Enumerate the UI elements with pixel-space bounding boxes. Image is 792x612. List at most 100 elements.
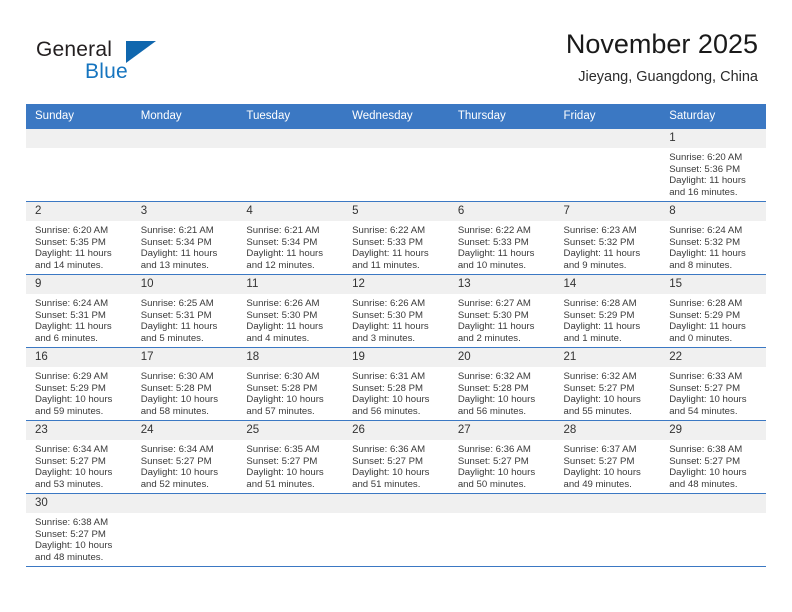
sunset-text: Sunset: 5:32 PM xyxy=(563,236,635,248)
day-number xyxy=(131,494,238,513)
daylight-text-cont: and 4 minutes. xyxy=(246,332,310,344)
calendar-week-row: 9 Sunrise: 6:24 AM Sunset: 5:31 PM Daylight… xyxy=(26,274,766,348)
calendar-day-cell[interactable]: 26 Sunrise: 6:36 AM Sunset: 5:27 PM Dayligh… xyxy=(343,420,449,494)
calendar-day-cell[interactable]: 16 Sunrise: 6:29 AM Sunset: 5:29 PM Dayligh… xyxy=(26,347,132,421)
day-details: Sunrise: 6:30 AM Sunset: 5:28 PM Daylight:… xyxy=(132,367,238,419)
page-masthead: General Blue November 2025 Jieyang, Guan… xyxy=(0,0,792,100)
calendar-day-cell[interactable]: 25 Sunrise: 6:35 AM Sunset: 5:27 PM Dayligh… xyxy=(237,420,344,494)
calendar-day-cell[interactable]: 1 Sunrise: 6:20 AM Sunset: 5:36 PM Daylight… xyxy=(660,128,766,202)
weekday-header-thursday: Thursday xyxy=(448,104,555,129)
daylight-text-cont: and 55 minutes. xyxy=(563,405,632,417)
day-number: 26 xyxy=(343,421,449,440)
title-block: November 2025 Jieyang, Guangdong, China xyxy=(566,28,758,87)
calendar-day-cell-empty xyxy=(448,128,555,202)
calendar-day-cell[interactable]: 12 Sunrise: 6:26 AM Sunset: 5:30 PM Dayligh… xyxy=(343,274,449,348)
daylight-text-cont: and 5 minutes. xyxy=(140,332,204,344)
day-number xyxy=(237,129,344,148)
calendar-day-cell[interactable]: 22 Sunrise: 6:33 AM Sunset: 5:27 PM Dayligh… xyxy=(660,347,766,421)
daylight-text: Daylight: 10 hours xyxy=(35,467,113,479)
calendar-day-cell[interactable]: 27 Sunrise: 6:36 AM Sunset: 5:27 PM Dayligh… xyxy=(448,420,555,494)
calendar-day-cell-empty xyxy=(26,128,132,202)
sunset-text: Sunset: 5:27 PM xyxy=(669,382,741,394)
day-details: Sunrise: 6:27 AM Sunset: 5:30 PM Daylight:… xyxy=(449,294,555,346)
sunset-text: Sunset: 5:33 PM xyxy=(457,236,529,248)
calendar-day-cell[interactable]: 13 Sunrise: 6:27 AM Sunset: 5:30 PM Dayligh… xyxy=(448,274,555,348)
daylight-text-cont: and 56 minutes. xyxy=(352,405,421,417)
day-number: 3 xyxy=(131,202,238,221)
daylight-text: Daylight: 10 hours xyxy=(352,467,430,479)
sunrise-text: Sunrise: 6:34 AM xyxy=(140,444,214,455)
daylight-text-cont: and 16 minutes. xyxy=(669,186,738,198)
day-number: 13 xyxy=(448,275,555,294)
sunrise-text: Sunrise: 6:25 AM xyxy=(140,298,214,309)
day-number: 9 xyxy=(26,275,132,294)
calendar-day-cell[interactable]: 19 Sunrise: 6:31 AM Sunset: 5:28 PM Dayligh… xyxy=(343,347,449,421)
day-details: Sunrise: 6:21 AM Sunset: 5:34 PM Daylight:… xyxy=(237,221,343,273)
day-details: Sunrise: 6:24 AM Sunset: 5:32 PM Daylight:… xyxy=(660,221,766,273)
calendar-day-cell[interactable]: 28 Sunrise: 6:37 AM Sunset: 5:27 PM Dayligh… xyxy=(554,420,661,494)
day-number: 5 xyxy=(343,202,449,221)
day-number: 12 xyxy=(343,275,449,294)
calendar-day-cell[interactable]: 18 Sunrise: 6:30 AM Sunset: 5:28 PM Dayligh… xyxy=(237,347,344,421)
sunset-text: Sunset: 5:27 PM xyxy=(563,455,635,467)
calendar-day-cell[interactable]: 10 Sunrise: 6:25 AM Sunset: 5:31 PM Dayligh… xyxy=(131,274,238,348)
calendar-day-cell[interactable]: 6 Sunrise: 6:22 AM Sunset: 5:33 PM Daylight… xyxy=(448,201,555,275)
calendar-day-cell[interactable]: 8 Sunrise: 6:24 AM Sunset: 5:32 PM Daylight… xyxy=(660,201,766,275)
calendar-day-cell[interactable]: 24 Sunrise: 6:34 AM Sunset: 5:27 PM Dayligh… xyxy=(131,420,238,494)
daylight-text-cont: and 56 minutes. xyxy=(457,405,527,417)
sunset-text: Sunset: 5:30 PM xyxy=(352,309,424,321)
day-number xyxy=(660,494,766,513)
calendar-day-cell[interactable]: 29 Sunrise: 6:38 AM Sunset: 5:27 PM Dayligh… xyxy=(660,420,766,494)
day-number xyxy=(131,129,238,148)
day-number: 7 xyxy=(554,202,661,221)
daylight-text-cont: and 10 minutes. xyxy=(457,259,527,271)
sunrise-text: Sunrise: 6:30 AM xyxy=(140,371,214,382)
sunrise-text: Sunrise: 6:33 AM xyxy=(669,371,743,382)
calendar-day-cell[interactable]: 11 Sunrise: 6:26 AM Sunset: 5:30 PM Dayligh… xyxy=(237,274,344,348)
sunrise-text: Sunrise: 6:26 AM xyxy=(246,298,320,309)
sunrise-text: Sunrise: 6:36 AM xyxy=(457,444,531,455)
daylight-text: Daylight: 11 hours xyxy=(669,321,746,333)
sunrise-text: Sunrise: 6:24 AM xyxy=(669,225,743,236)
daylight-text: Daylight: 11 hours xyxy=(140,321,218,333)
sunset-text: Sunset: 5:29 PM xyxy=(563,309,635,321)
calendar-day-cell[interactable]: 15 Sunrise: 6:28 AM Sunset: 5:29 PM Dayligh… xyxy=(660,274,766,348)
calendar-day-cell[interactable]: 4 Sunrise: 6:21 AM Sunset: 5:34 PM Daylight… xyxy=(237,201,344,275)
day-number: 4 xyxy=(237,202,344,221)
calendar-day-cell[interactable]: 5 Sunrise: 6:22 AM Sunset: 5:33 PM Daylight… xyxy=(343,201,449,275)
sunrise-text: Sunrise: 6:27 AM xyxy=(457,298,531,309)
calendar-day-cell[interactable]: 17 Sunrise: 6:30 AM Sunset: 5:28 PM Dayligh… xyxy=(131,347,238,421)
sunset-text: Sunset: 5:33 PM xyxy=(352,236,424,248)
calendar-day-cell[interactable]: 21 Sunrise: 6:32 AM Sunset: 5:27 PM Dayligh… xyxy=(554,347,661,421)
day-number: 1 xyxy=(660,129,766,148)
sunrise-text: Sunrise: 6:22 AM xyxy=(352,225,426,236)
calendar-week-row: 30 Sunrise: 6:38 AM Sunset: 5:27 PM Dayligh… xyxy=(26,493,766,567)
sunset-text: Sunset: 5:27 PM xyxy=(35,528,106,540)
day-number xyxy=(343,129,449,148)
sunset-text: Sunset: 5:27 PM xyxy=(563,382,635,394)
calendar-day-cell[interactable]: 30 Sunrise: 6:38 AM Sunset: 5:27 PM Dayligh… xyxy=(26,493,132,567)
calendar-day-cell-empty xyxy=(131,128,238,202)
calendar-day-cell[interactable]: 2 Sunrise: 6:20 AM Sunset: 5:35 PM Daylight… xyxy=(26,201,132,275)
daylight-text: Daylight: 11 hours xyxy=(669,248,746,260)
calendar-day-cell[interactable]: 20 Sunrise: 6:32 AM Sunset: 5:28 PM Dayligh… xyxy=(448,347,555,421)
daylight-text: Daylight: 10 hours xyxy=(140,394,219,406)
calendar-body: 1 Sunrise: 6:20 AM Sunset: 5:36 PM Daylight… xyxy=(26,128,766,567)
day-number xyxy=(448,129,555,148)
sunrise-text: Sunrise: 6:28 AM xyxy=(563,298,637,309)
sunrise-text: Sunrise: 6:29 AM xyxy=(35,371,109,382)
day-details: Sunrise: 6:32 AM Sunset: 5:28 PM Daylight:… xyxy=(449,367,555,419)
calendar-day-cell[interactable]: 3 Sunrise: 6:21 AM Sunset: 5:34 PM Daylight… xyxy=(131,201,238,275)
page-title: November 2025 xyxy=(565,29,758,59)
calendar-day-cell[interactable]: 23 Sunrise: 6:34 AM Sunset: 5:27 PM Dayligh… xyxy=(26,420,132,494)
daylight-text: Daylight: 11 hours xyxy=(457,321,535,333)
general-blue-logo[interactable]: General Blue xyxy=(36,38,216,94)
calendar-day-cell[interactable]: 7 Sunrise: 6:23 AM Sunset: 5:32 PM Daylight… xyxy=(554,201,661,275)
daylight-text: Daylight: 11 hours xyxy=(246,248,324,260)
sunset-text: Sunset: 5:28 PM xyxy=(246,382,318,394)
sunset-text: Sunset: 5:28 PM xyxy=(352,382,424,394)
calendar-day-cell[interactable]: 14 Sunrise: 6:28 AM Sunset: 5:29 PM Dayligh… xyxy=(554,274,661,348)
sunrise-text: Sunrise: 6:34 AM xyxy=(35,444,109,455)
calendar-day-cell[interactable]: 9 Sunrise: 6:24 AM Sunset: 5:31 PM Daylight… xyxy=(26,274,132,348)
daylight-text-cont: and 11 minutes. xyxy=(352,259,420,271)
